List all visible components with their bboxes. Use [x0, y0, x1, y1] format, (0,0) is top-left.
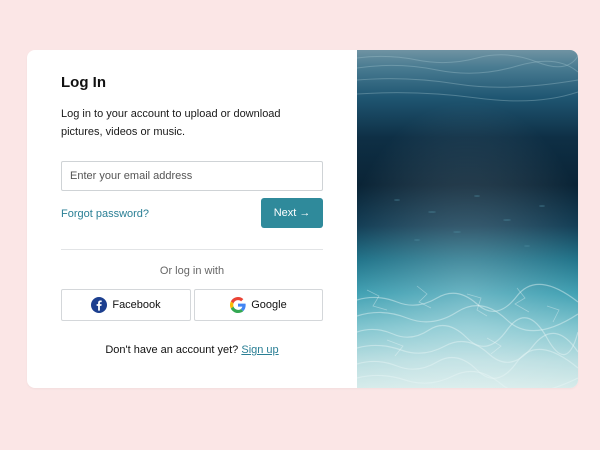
divider: [61, 249, 323, 250]
login-panel: Log In Log in to your account to upload …: [27, 50, 357, 388]
no-account-text: Don't have an account yet?: [105, 344, 239, 356]
underwater-image: [357, 50, 578, 388]
underwater-ocean-photo: [357, 50, 578, 388]
facebook-login-button[interactable]: Facebook: [61, 289, 191, 321]
email-field[interactable]: [61, 161, 323, 191]
google-icon: [230, 297, 246, 313]
facebook-icon: [91, 297, 108, 313]
google-label: Google: [251, 299, 287, 311]
login-card: Log In Log in to your account to upload …: [27, 50, 578, 388]
login-description: Log in to your account to upload or down…: [61, 108, 281, 138]
page-title: Log In: [61, 74, 106, 91]
signup-prompt: Don't have an account yet? Sign up: [61, 344, 323, 356]
forgot-password-link[interactable]: Forgot password?: [61, 208, 149, 220]
next-button[interactable]: Next →: [261, 198, 323, 228]
signup-link[interactable]: Sign up: [241, 344, 278, 356]
or-login-with-label: Or log in with: [159, 265, 225, 277]
google-login-button[interactable]: Google: [194, 289, 323, 321]
facebook-label: Facebook: [112, 299, 161, 311]
next-button-label: Next: [273, 207, 297, 219]
arrow-right-icon: →: [299, 207, 311, 219]
